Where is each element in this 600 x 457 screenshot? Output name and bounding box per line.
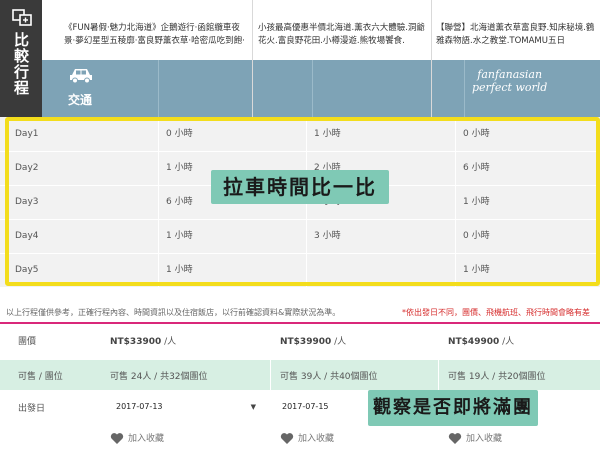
price-cell: NT$39900 /人 [280, 334, 346, 347]
departure-date-value: 2017-07-15 [282, 402, 329, 411]
departure-date-value: 2017-07-13 [116, 402, 163, 411]
tour-header-row: 《FUN暑假‧魅力北海道》企鵝遊行‧函館纜車夜景‧夢幻星型五稜廓‧富良野薰衣草‧… [42, 0, 600, 60]
drive-time-annotation: 拉車時間比一比 [211, 170, 389, 204]
tour-title-3[interactable]: 【聯營】北海道薰衣草富良野.知床秘境.鶴雅森物語.水之教堂.TOMAMU五日 [436, 22, 600, 56]
column-divider [431, 0, 432, 117]
availability-cell: 可售 39人 / 共40個團位 [280, 372, 378, 382]
departure-date-select[interactable]: 2017-07-13 ▼ [110, 400, 256, 414]
availability-label: 可售 / 團位 [18, 372, 63, 382]
compare-icon [12, 9, 32, 26]
transport-cell: 交通 [42, 60, 159, 117]
price-row: 團價 NT$33900 /人 NT$39900 /人 NT$49900 /人 [0, 324, 600, 354]
price-unit: /人 [161, 337, 177, 347]
availability-cell: 可售 24人 / 共32個團位 [110, 372, 208, 382]
compare-tab[interactable]: 比較行程 [0, 0, 42, 117]
price-value: NT$49900 [448, 337, 500, 347]
transport-cell [312, 60, 465, 117]
add-favorite-button[interactable]: 加入收藏 [448, 431, 502, 447]
price-value: NT$33900 [110, 337, 162, 347]
add-favorite-button[interactable]: 加入收藏 [110, 431, 164, 447]
price-notice: *依出發日不同，團價、飛機航班、飛行時間會略有差 [402, 308, 590, 317]
availability-cell: 可售 19人 / 共20個團位 [448, 372, 546, 382]
watermark-logo: fanfanasian perfect world [472, 68, 547, 94]
departure-label: 出發日 [18, 404, 46, 414]
add-favorite-label: 加入收藏 [128, 434, 165, 444]
add-favorite-label: 加入收藏 [298, 434, 335, 444]
logo-line-1: fanfanasian [477, 68, 543, 81]
favorite-row: 加入收藏 加入收藏 加入收藏 [0, 428, 600, 452]
price-unit: /人 [499, 337, 515, 347]
add-favorite-button[interactable]: 加入收藏 [280, 431, 334, 447]
availability-row: 可售 / 團位 可售 24人 / 共32個團位 可售 39人 / 共40個團位 … [0, 360, 600, 390]
price-label: 團價 [18, 337, 37, 347]
price-cell: NT$33900 /人 [110, 334, 176, 347]
add-favorite-label: 加入收藏 [466, 434, 503, 444]
logo-line-2: perfect world [472, 81, 548, 94]
heart-icon [280, 433, 294, 444]
heart-icon [110, 433, 124, 444]
heart-icon [448, 433, 462, 444]
price-cell: NT$49900 /人 [448, 334, 514, 347]
transport-row: 交通 fanfanasian perfect world [42, 60, 600, 117]
column-divider [438, 360, 439, 390]
transport-cell [158, 60, 313, 117]
column-divider [270, 360, 271, 390]
compare-tab-label: 比較行程 [12, 32, 30, 96]
transport-cell: fanfanasian perfect world [464, 60, 600, 117]
chevron-down-icon: ▼ [250, 403, 256, 411]
itinerary-notice: 以上行程僅供參考，正確行程內容、時間資訊以及住宿飯店，以行前確認資料&實際狀況為… [6, 308, 341, 317]
tour-title-2[interactable]: 小孩最高優惠半價北海道.薰衣六大體驗.洞爺花火.富良野花田.小樽漫遊.熊牧場饗食… [258, 22, 428, 56]
availability-annotation: 觀察是否即將滿團 [368, 390, 538, 426]
price-value: NT$39900 [280, 337, 332, 347]
tour-title-1[interactable]: 《FUN暑假‧魅力北海道》企鵝遊行‧函館纜車夜景‧夢幻星型五稜廓‧富良野薰衣草‧… [64, 22, 250, 56]
transport-label: 交通 [68, 93, 93, 107]
price-unit: /人 [331, 337, 347, 347]
column-divider [252, 0, 253, 117]
car-icon [70, 69, 92, 84]
